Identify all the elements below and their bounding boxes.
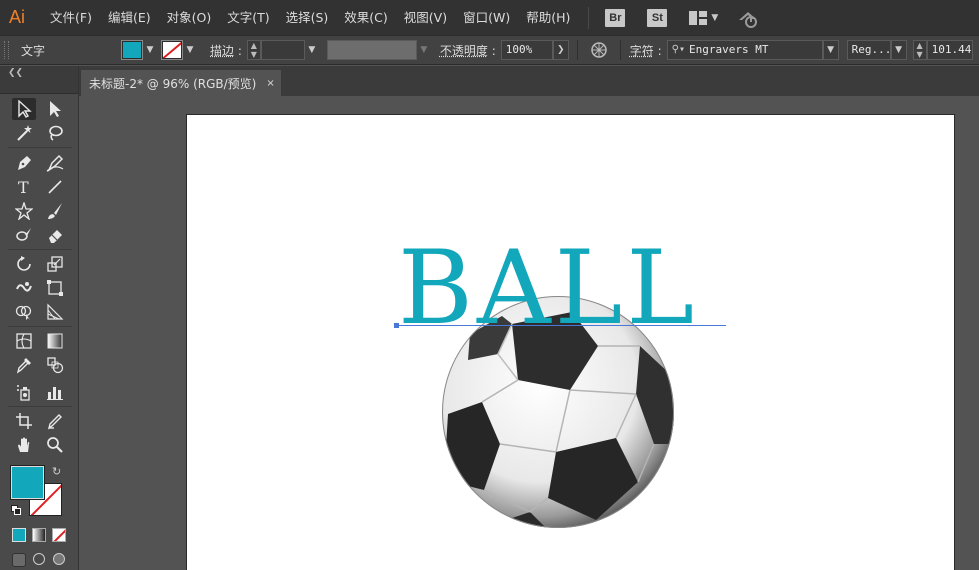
scale-icon[interactable] bbox=[43, 253, 67, 275]
font-style-field[interactable]: Reg... bbox=[846, 40, 891, 60]
fill-dropdown-chevron-icon[interactable]: ▼ bbox=[143, 40, 157, 60]
object-type-label: 文字 bbox=[21, 43, 46, 58]
font-family-value: Engravers MT bbox=[688, 43, 769, 56]
stroke-dropdown-chevron-icon[interactable]: ▼ bbox=[183, 40, 197, 60]
gradient-mode-button[interactable] bbox=[32, 528, 46, 542]
line-segment-icon[interactable] bbox=[43, 176, 67, 198]
svg-text:T: T bbox=[18, 178, 29, 196]
magic-wand-icon[interactable] bbox=[12, 122, 36, 144]
opacity-field[interactable]: 100% bbox=[500, 40, 553, 60]
pen-icon[interactable] bbox=[12, 152, 36, 174]
text-anchor-point[interactable] bbox=[394, 323, 399, 328]
panel-collapse-icon[interactable]: ❮❮ bbox=[8, 68, 23, 78]
stock-button[interactable]: St bbox=[647, 8, 668, 27]
menu-select[interactable]: 选择(S) bbox=[278, 0, 337, 35]
default-fill-stroke-icon[interactable] bbox=[11, 505, 21, 515]
column-graph-icon[interactable] bbox=[43, 381, 67, 403]
control-bar: 文字 ▼ ▼ 描边 : ▲ ▼ ▼ ▼ 不透明度 : 100% ❯ 字符 : ⚲▾… bbox=[0, 35, 979, 65]
mesh-icon[interactable] bbox=[12, 330, 36, 352]
stroke-weight-field[interactable] bbox=[260, 40, 305, 60]
lasso-icon[interactable] bbox=[43, 122, 67, 144]
stroke-none-color bbox=[163, 42, 181, 58]
slice-icon[interactable] bbox=[43, 410, 67, 432]
font-style-chevron-icon[interactable]: ▼ bbox=[890, 40, 907, 60]
paintbrush-icon[interactable] bbox=[43, 200, 67, 222]
font-search-icon: ⚲▾ bbox=[671, 44, 685, 55]
menu-bar: Ai 文件(F) 编辑(E) 对象(O) 文字(T) 选择(S) 效果(C) 视… bbox=[0, 0, 979, 35]
warp-icon[interactable] bbox=[12, 277, 36, 299]
menu-object[interactable]: 对象(O) bbox=[159, 0, 220, 35]
tool-divider bbox=[8, 147, 72, 148]
recolor-artwork-icon[interactable] bbox=[588, 40, 610, 60]
stroke-weight-stepper[interactable]: ▲ ▼ bbox=[246, 40, 261, 60]
draw-behind-icon[interactable] bbox=[33, 553, 45, 565]
document-tab-title: 未标题-2* @ 96% (RGB/预览) bbox=[89, 76, 257, 91]
menu-file[interactable]: 文件(F) bbox=[42, 0, 100, 35]
opacity-label[interactable]: 不透明度 : bbox=[435, 42, 501, 59]
zoom-icon[interactable] bbox=[43, 434, 67, 456]
stroke-swatch[interactable] bbox=[161, 40, 183, 60]
color-mode-button[interactable] bbox=[12, 528, 26, 542]
tool-divider bbox=[8, 406, 72, 407]
draw-inside-icon[interactable] bbox=[53, 553, 65, 565]
font-size-field[interactable]: 101.44 bbox=[926, 40, 973, 60]
menubar-divider bbox=[588, 6, 590, 29]
app-logo: Ai bbox=[8, 7, 25, 27]
menu-view[interactable]: 视图(V) bbox=[396, 0, 455, 35]
shape-builder-icon[interactable] bbox=[12, 301, 36, 323]
blob-brush-icon[interactable] bbox=[12, 224, 36, 246]
variable-width-profile bbox=[326, 40, 417, 60]
stroke-label[interactable]: 描边 : bbox=[205, 42, 247, 59]
font-family-field[interactable]: ⚲▾ Engravers MT bbox=[666, 40, 823, 60]
opacity-chevron-right-icon[interactable]: ❯ bbox=[552, 40, 569, 60]
tool-divider bbox=[8, 249, 72, 250]
character-label[interactable]: 字符 : bbox=[625, 42, 667, 59]
bridge-button[interactable]: Br bbox=[605, 8, 626, 27]
gpu-performance-icon[interactable] bbox=[736, 8, 760, 28]
curvature-icon[interactable] bbox=[43, 152, 67, 174]
menu-type[interactable]: 文字(T) bbox=[219, 0, 277, 35]
free-transform-icon[interactable] bbox=[43, 277, 67, 299]
close-tab-icon[interactable]: × bbox=[266, 78, 274, 89]
menu-edit[interactable]: 编辑(E) bbox=[100, 0, 159, 35]
font-family-chevron-icon[interactable]: ▼ bbox=[822, 40, 839, 60]
control-divider bbox=[619, 40, 621, 60]
chevron-down-icon[interactable]: ▼ bbox=[711, 13, 718, 23]
hand-icon[interactable] bbox=[12, 434, 36, 456]
perspective-grid-icon[interactable] bbox=[43, 301, 67, 323]
text-baseline bbox=[396, 325, 726, 326]
workspace-layout-icon[interactable] bbox=[689, 10, 708, 25]
eyedropper-icon[interactable] bbox=[12, 354, 36, 376]
none-mode-button[interactable] bbox=[52, 528, 66, 542]
fill-color bbox=[123, 42, 141, 58]
rotate-icon[interactable] bbox=[12, 253, 36, 275]
selection-icon[interactable] bbox=[12, 98, 36, 120]
blend-icon[interactable] bbox=[43, 354, 67, 376]
gradient-icon[interactable] bbox=[43, 330, 67, 352]
eraser-icon[interactable] bbox=[43, 224, 67, 246]
menu-window[interactable]: 窗口(W) bbox=[455, 0, 518, 35]
fill-indicator[interactable] bbox=[10, 465, 45, 500]
profile-chevron-icon: ▼ bbox=[420, 45, 428, 55]
control-divider bbox=[576, 40, 578, 60]
tool-divider bbox=[8, 326, 72, 327]
type-icon[interactable]: T bbox=[12, 176, 36, 198]
document-tab[interactable]: 未标题-2* @ 96% (RGB/预览) × bbox=[80, 70, 282, 96]
stroke-weight-chevron-icon[interactable]: ▼ bbox=[305, 40, 319, 60]
direct-selection-icon[interactable] bbox=[43, 98, 67, 120]
font-size-stepper[interactable]: ▲ ▼ bbox=[912, 40, 927, 60]
artboard-icon[interactable] bbox=[12, 410, 36, 432]
star-icon[interactable] bbox=[12, 200, 36, 222]
menu-effect[interactable]: 效果(C) bbox=[336, 0, 395, 35]
symbol-sprayer-icon[interactable] bbox=[12, 381, 36, 403]
fill-swatch[interactable] bbox=[121, 40, 143, 60]
menu-help[interactable]: 帮助(H) bbox=[518, 0, 578, 35]
draw-normal-icon[interactable] bbox=[12, 553, 26, 567]
swap-fill-stroke-icon[interactable]: ↻ bbox=[52, 465, 61, 478]
